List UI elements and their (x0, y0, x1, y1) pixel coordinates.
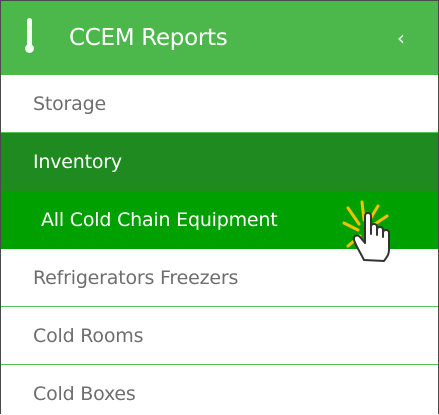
menu-item-label: Refrigerators Freezers (33, 267, 239, 289)
collapse-chevron-icon[interactable]: ‹ (397, 23, 405, 53)
thermometer-icon (25, 18, 34, 53)
menu-item-cold-boxes[interactable]: Cold Boxes (1, 365, 438, 414)
hand-pointer-icon (342, 200, 390, 262)
menu-item-storage[interactable]: Storage (1, 75, 438, 133)
menu-item-inventory[interactable]: Inventory (1, 133, 438, 191)
sidebar-header[interactable]: CCEM Reports ‹ (1, 1, 438, 75)
menu-item-label: Storage (33, 93, 106, 115)
menu-item-label: Cold Boxes (33, 383, 136, 405)
menu-item-cold-rooms[interactable]: Cold Rooms (1, 307, 438, 365)
sidebar-title: CCEM Reports (69, 25, 228, 51)
menu-item-label: Cold Rooms (33, 325, 144, 347)
menu-item-label: Inventory (33, 151, 122, 173)
menu-item-label: All Cold Chain Equipment (41, 209, 278, 231)
